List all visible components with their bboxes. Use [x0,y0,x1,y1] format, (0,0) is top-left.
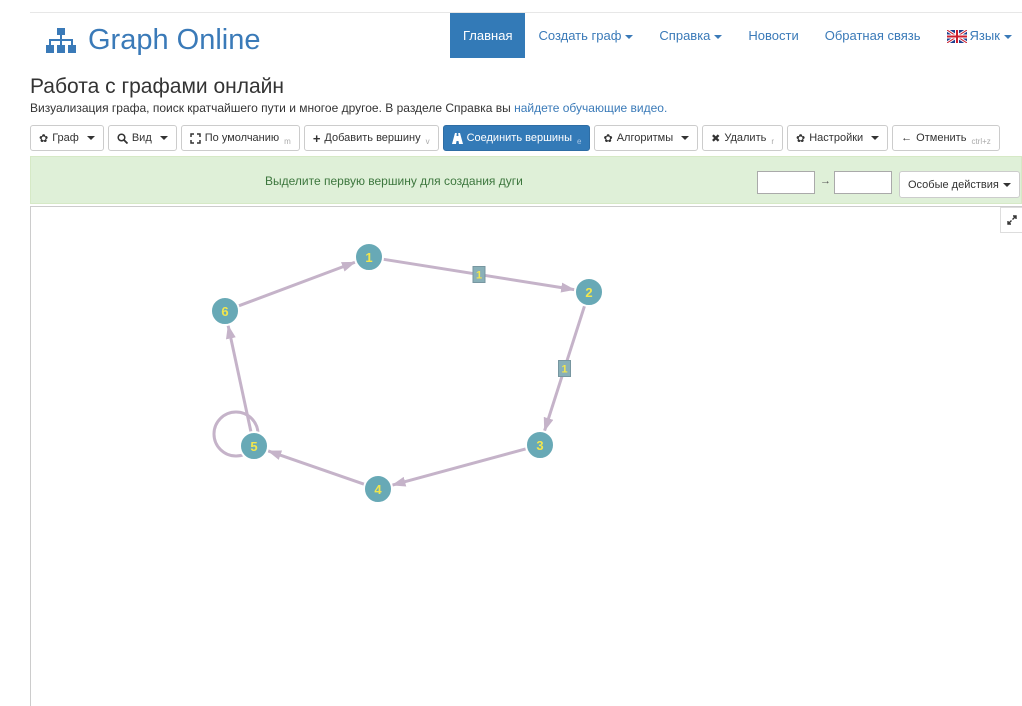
vertex-label: 1 [365,250,372,265]
edge-weight-label: 1 [561,364,567,376]
graph-vertex-2[interactable]: 2 [574,277,604,307]
vertex-label: 3 [536,438,543,453]
graph-vertex-5[interactable]: 5 [239,431,269,461]
vertex-label: 6 [221,304,228,319]
graph-vertex-3[interactable]: 3 [525,430,555,460]
graph-vertex-6[interactable]: 6 [210,296,240,326]
vertex-label: 2 [585,285,592,300]
graph-vertex-4[interactable]: 4 [363,474,393,504]
edge-weight-label: 1 [476,270,482,282]
graph-drawing: 1 1 1 2 3 4 5 6 [210,242,604,504]
vertex-label: 4 [374,482,382,497]
graph-edge-4-5[interactable] [267,449,366,486]
vertex-label: 5 [250,439,257,454]
graph-vertex-1[interactable]: 1 [354,242,384,272]
graph-edge-3-4[interactable] [391,447,527,487]
graph-edge-6-1[interactable] [237,260,356,308]
